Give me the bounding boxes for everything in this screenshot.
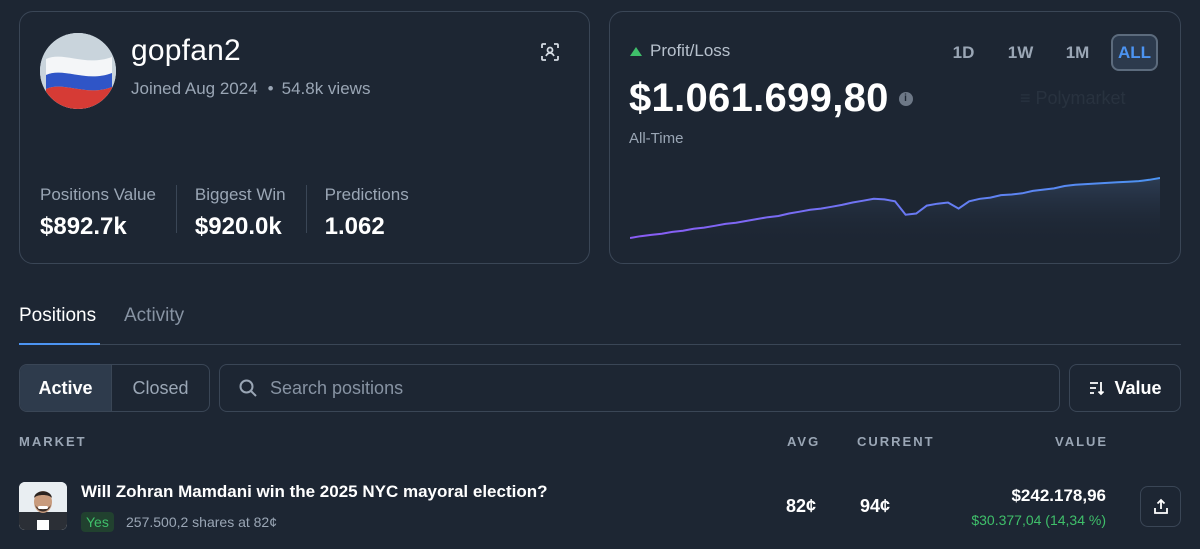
- range-1w[interactable]: 1W: [997, 34, 1044, 71]
- stat-biggest-win: Biggest Win $920.0k: [194, 185, 307, 240]
- value-amount: $242.178,96: [1011, 486, 1106, 505]
- stat-label: Predictions: [324, 185, 409, 204]
- avg-price: 82¢: [786, 496, 817, 516]
- pnl-amount: $1.061.699,80 i: [629, 76, 913, 121]
- closed-filter-button[interactable]: Closed: [111, 365, 209, 411]
- joined-date: Joined Aug 2024: [131, 79, 258, 98]
- tab-activity[interactable]: Activity: [124, 305, 184, 327]
- chart-area: [630, 178, 1160, 244]
- status-toggle: Active Closed: [19, 364, 210, 412]
- header-avg: AVG: [787, 434, 821, 449]
- profile-meta: Joined Aug 2024 • 54.8k views: [131, 79, 370, 99]
- separator-dot: •: [267, 79, 274, 98]
- stat-predictions: Predictions 1.062: [324, 185, 429, 240]
- active-tab-indicator: [19, 343, 100, 345]
- table-row[interactable]: Will Zohran Mamdani win the 2025 NYC may…: [19, 478, 1181, 538]
- pnl-title: Profit/Loss: [630, 41, 730, 61]
- profile-card: gopfan2 Joined Aug 2024 • 54.8k views Posi…: [19, 11, 590, 264]
- scan-icon[interactable]: [538, 40, 562, 64]
- flag-icon: [40, 33, 116, 109]
- username: gopfan2: [131, 34, 241, 67]
- sort-label: Value: [1114, 377, 1162, 398]
- up-triangle-icon: [630, 46, 642, 56]
- stat-label: Biggest Win: [194, 185, 286, 204]
- share-icon: [1153, 498, 1168, 514]
- search-input[interactable]: [270, 377, 1030, 399]
- value-change: $30.377,04 (14,34 %): [971, 512, 1106, 528]
- market-thumbnail: [19, 482, 67, 530]
- pnl-period-label: All-Time: [629, 130, 684, 147]
- pnl-title-label: Profit/Loss: [650, 41, 731, 60]
- russian-flag-avatar[interactable]: [40, 33, 116, 109]
- search-icon: [239, 379, 257, 397]
- market-title[interactable]: Will Zohran Mamdani win the 2025 NYC may…: [81, 482, 548, 502]
- shares-info: 257.500,2 shares at 82¢: [126, 514, 278, 530]
- profile-stats: Positions Value $892.7k Biggest Win $920…: [40, 185, 447, 240]
- tab-positions[interactable]: Positions: [19, 305, 96, 327]
- range-1d[interactable]: 1D: [940, 34, 987, 71]
- range-all[interactable]: ALL: [1111, 34, 1158, 71]
- profit-loss-card: Profit/Loss $1.061.699,80 i All-Time ≡ P…: [609, 11, 1181, 264]
- pnl-chart: [630, 177, 1160, 244]
- pnl-amount-value: $1.061.699,80: [629, 76, 889, 120]
- polymarket-watermark: ≡ Polymarket: [1020, 88, 1126, 108]
- view-count: 54.8k views: [281, 79, 371, 98]
- range-1m[interactable]: 1M: [1054, 34, 1101, 71]
- range-selector: 1D 1W 1M ALL: [940, 34, 1158, 71]
- header-current: CURRENT: [857, 434, 935, 449]
- sort-icon: [1090, 382, 1105, 396]
- current-price: 94¢: [860, 496, 891, 516]
- outcome-badge: Yes: [81, 512, 114, 532]
- stat-label: Positions Value: [40, 185, 156, 204]
- share-button[interactable]: [1140, 486, 1181, 527]
- stat-value: 1.062: [324, 213, 385, 240]
- search-box: [219, 364, 1060, 412]
- stat-value: $892.7k: [40, 213, 127, 240]
- stat-positions-value: Positions Value $892.7k: [40, 185, 177, 240]
- position-value: $242.178,96 $30.377,04 (14,34 %): [971, 486, 1106, 528]
- active-filter-button[interactable]: Active: [20, 365, 111, 411]
- header-value: VALUE: [1055, 434, 1109, 449]
- header-market: MARKET: [19, 434, 87, 449]
- stat-value: $920.0k: [194, 213, 282, 240]
- sort-button[interactable]: Value: [1069, 364, 1181, 412]
- tab-bar: Positions Activity: [19, 300, 1181, 345]
- info-icon[interactable]: i: [898, 91, 913, 106]
